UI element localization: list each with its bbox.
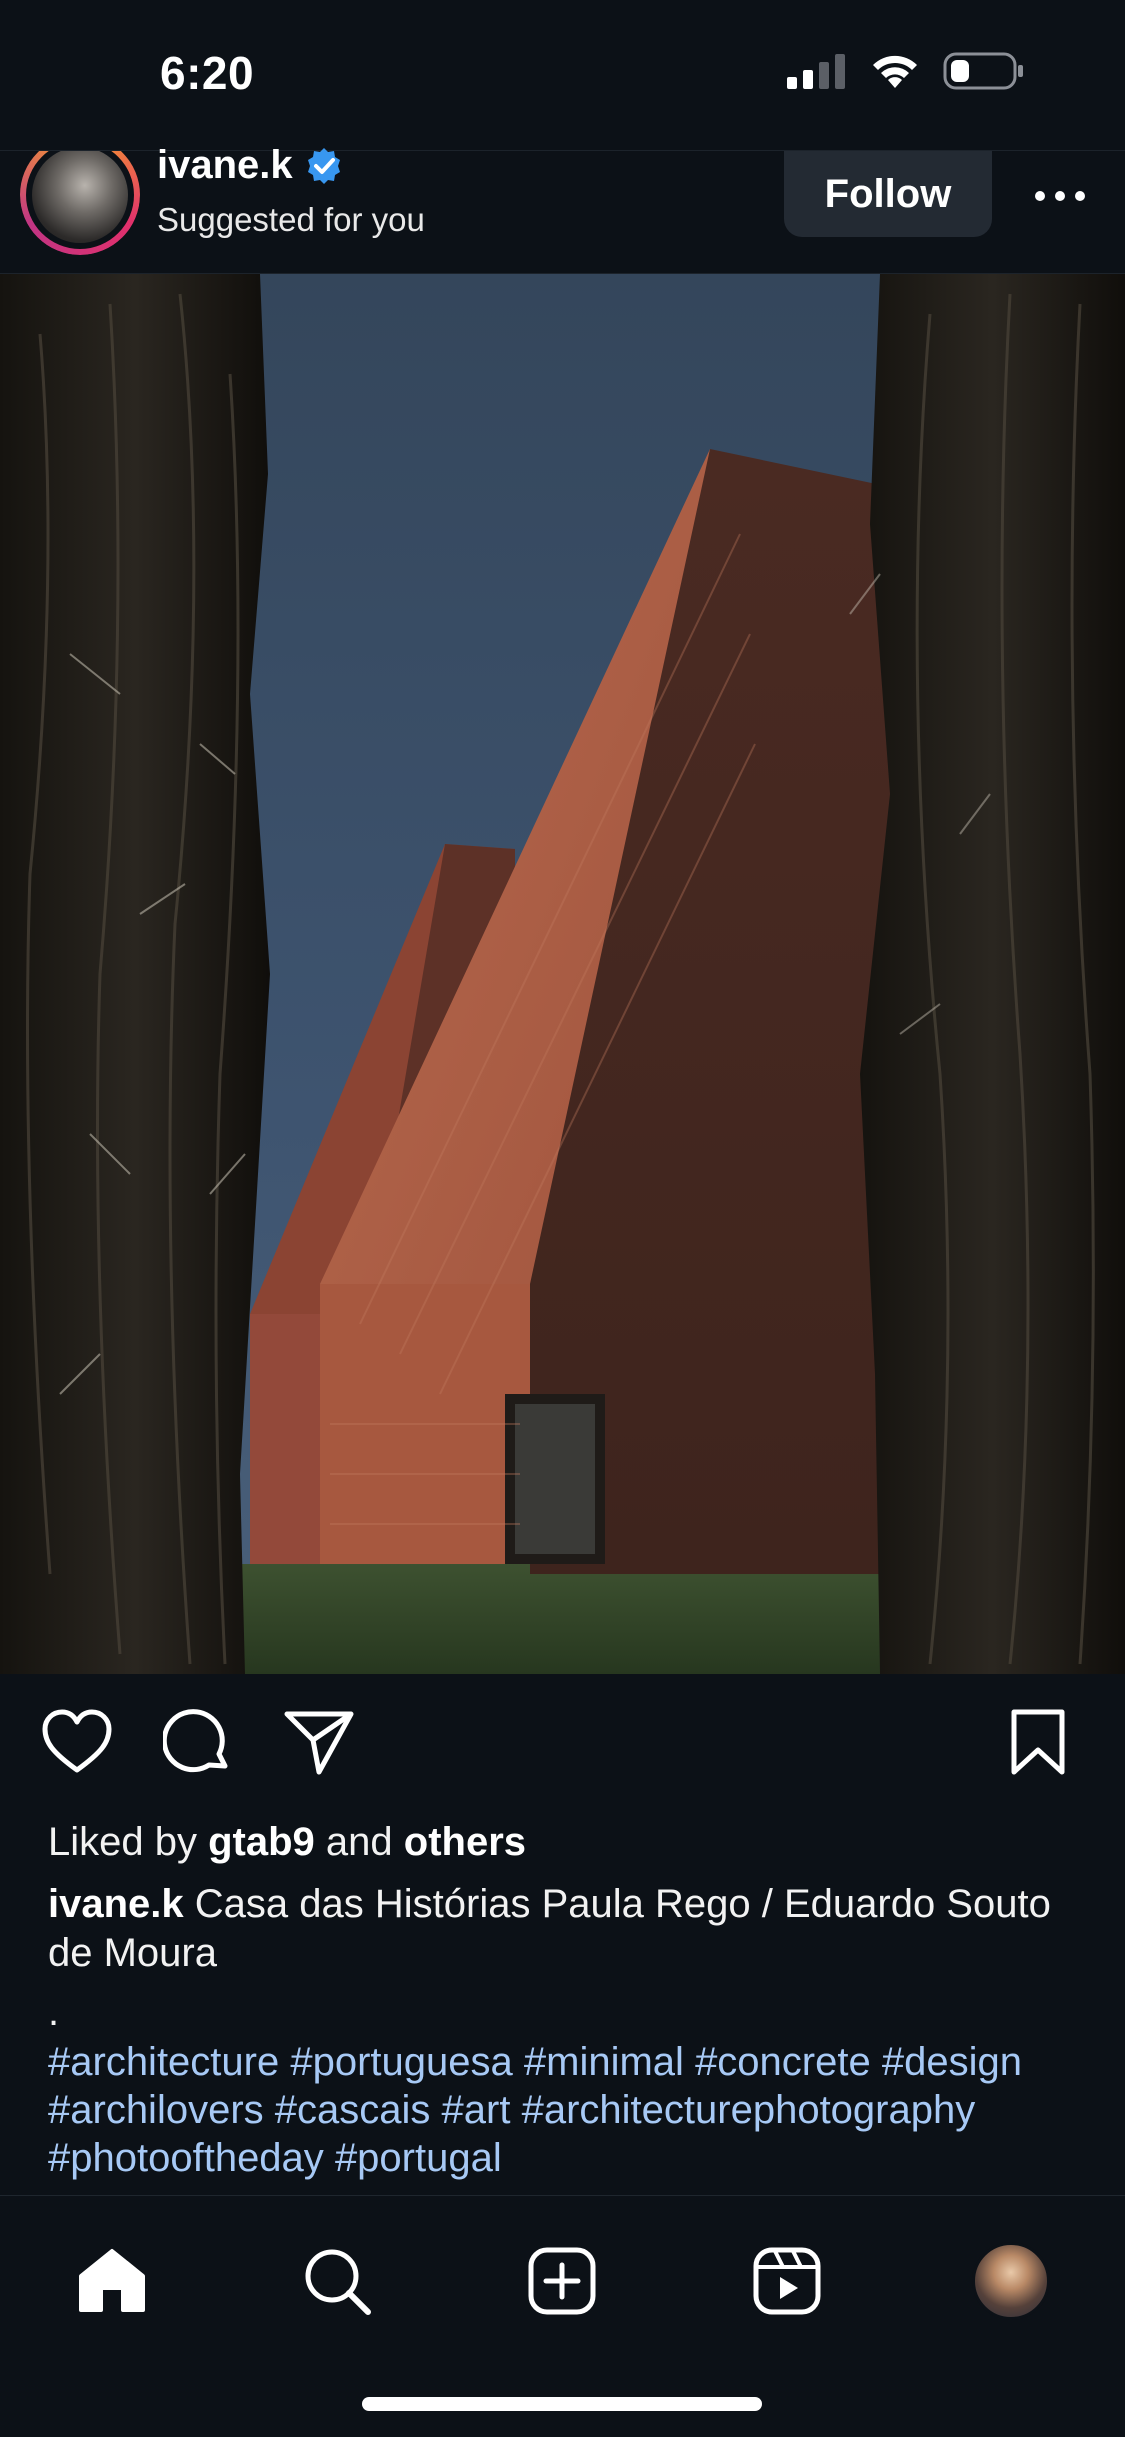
battery-icon [943, 52, 1023, 90]
follow-button[interactable]: Follow [784, 151, 992, 237]
hashtag[interactable]: #art [442, 2088, 511, 2132]
post-photo[interactable] [0, 274, 1125, 1674]
plus-square-icon [528, 2247, 596, 2315]
comment-icon[interactable] [163, 1708, 233, 1778]
reels-icon [753, 2247, 821, 2315]
post-header: ivane.k Suggested for you Follow [0, 143, 1125, 274]
hashtag[interactable]: #archilovers [48, 2088, 264, 2132]
post-photo-illustration [0, 274, 1125, 1674]
likes-others[interactable]: others [404, 1820, 526, 1864]
caption-text: Casa das Histórias Paula Rego / Eduardo … [48, 1882, 1051, 1975]
author-row: ivane.k [157, 143, 343, 188]
author-username[interactable]: ivane.k [157, 143, 293, 188]
suggested-label: Suggested for you [157, 201, 425, 238]
hashtag[interactable]: #portuguesa [290, 2040, 512, 2084]
home-indicator[interactable] [362, 2397, 762, 2411]
caption-username[interactable]: ivane.k [48, 1882, 184, 1926]
hashtag[interactable]: #architecturephotography [522, 2088, 976, 2132]
post-caption: ivane.k Casa das Histórias Paula Rego / … [48, 1880, 1078, 1978]
tab-create[interactable] [517, 2236, 607, 2326]
bookmark-icon[interactable] [1008, 1708, 1068, 1778]
signal-icon [787, 54, 845, 89]
likes-middle: and [325, 1820, 393, 1864]
likes-user[interactable]: gtab9 [208, 1820, 315, 1864]
hashtag[interactable]: #photooftheday [48, 2136, 324, 2180]
hashtag[interactable]: #design [882, 2040, 1022, 2084]
hashtag[interactable]: #concrete [695, 2040, 871, 2084]
status-bar: 6:20 [0, 0, 1125, 150]
status-time: 6:20 [160, 47, 255, 99]
likes-prefix: Liked by [48, 1820, 197, 1864]
home-icon [79, 2249, 145, 2312]
verified-badge-icon [307, 147, 340, 184]
more-options-icon[interactable] [1030, 181, 1090, 211]
tab-profile[interactable] [966, 2236, 1056, 2326]
post-actions [0, 1690, 1125, 1810]
search-icon [305, 2249, 371, 2315]
tab-search[interactable] [292, 2236, 382, 2326]
tab-reels[interactable] [742, 2236, 832, 2326]
likes-summary[interactable]: Liked by gtab9 and others [48, 1820, 526, 1865]
hashtag[interactable]: #portugal [335, 2136, 502, 2180]
heart-icon[interactable] [40, 1708, 114, 1776]
hashtag[interactable]: #architecture [48, 2040, 279, 2084]
hashtag-list: #architecture #portuguesa #minimal #conc… [48, 2038, 1108, 2182]
tab-home[interactable] [67, 2236, 157, 2326]
wifi-icon [873, 55, 917, 88]
hashtag[interactable]: #cascais [275, 2088, 431, 2132]
author-avatar[interactable] [20, 151, 140, 255]
caption-separator: . [48, 1990, 60, 2034]
profile-avatar [972, 2242, 1050, 2320]
hashtag[interactable]: #minimal [524, 2040, 684, 2084]
send-icon[interactable] [283, 1708, 355, 1778]
status-icons [787, 52, 1025, 90]
